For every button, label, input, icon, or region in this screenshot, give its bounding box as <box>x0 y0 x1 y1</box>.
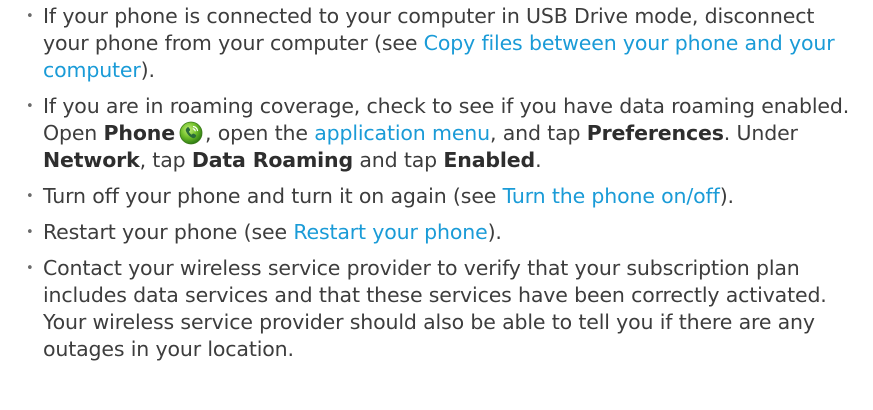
phone-app-icon <box>179 121 203 145</box>
bullet-text: ). <box>487 220 502 244</box>
bullet-text: Turn off your phone and turn it on again… <box>43 184 503 208</box>
troubleshooting-document: • If your phone is connected to your comp… <box>0 3 873 410</box>
bold-network: Network <box>43 148 140 172</box>
bullet-text: and tap <box>353 148 444 172</box>
bullet-text: . <box>535 148 542 172</box>
bullet-text: , and tap <box>489 121 587 145</box>
bullet-text: Restart your phone (see <box>43 220 294 244</box>
bullet-text: , tap <box>139 148 192 172</box>
bullet-marker: • <box>26 261 34 276</box>
bullet-text: . Under <box>723 121 798 145</box>
bullet-marker: • <box>26 9 34 24</box>
troubleshooting-bullet-list: • If your phone is connected to your comp… <box>0 3 865 363</box>
bold-phone: Phone <box>103 121 176 145</box>
list-item-contact-provider: • Contact your wireless service provider … <box>0 255 865 363</box>
bold-data-roaming: Data Roaming <box>191 148 354 172</box>
bullet-marker: • <box>26 99 34 114</box>
bullet-text: ). <box>140 58 155 82</box>
bullet-text: Contact your wireless service provider t… <box>43 256 827 361</box>
list-item-restart: • Restart your phone (see Restart your ph… <box>0 219 865 246</box>
bullet-text: ). <box>719 184 734 208</box>
list-item-data-roaming: • If you are in roaming coverage, check t… <box>0 93 865 174</box>
bullet-marker: • <box>26 189 34 204</box>
bold-preferences: Preferences <box>586 121 724 145</box>
bullet-text: , open the <box>204 121 315 145</box>
link-restart-phone[interactable]: Restart your phone <box>293 220 487 244</box>
bold-enabled: Enabled <box>443 148 536 172</box>
list-item-power-cycle: • Turn off your phone and turn it on agai… <box>0 183 865 210</box>
bullet-marker: • <box>26 225 34 240</box>
link-turn-phone-on-off[interactable]: Turn the phone on/off <box>503 184 720 208</box>
list-item-usb-drive: • If your phone is connected to your comp… <box>0 3 865 84</box>
link-application-menu[interactable]: application menu <box>314 121 490 145</box>
